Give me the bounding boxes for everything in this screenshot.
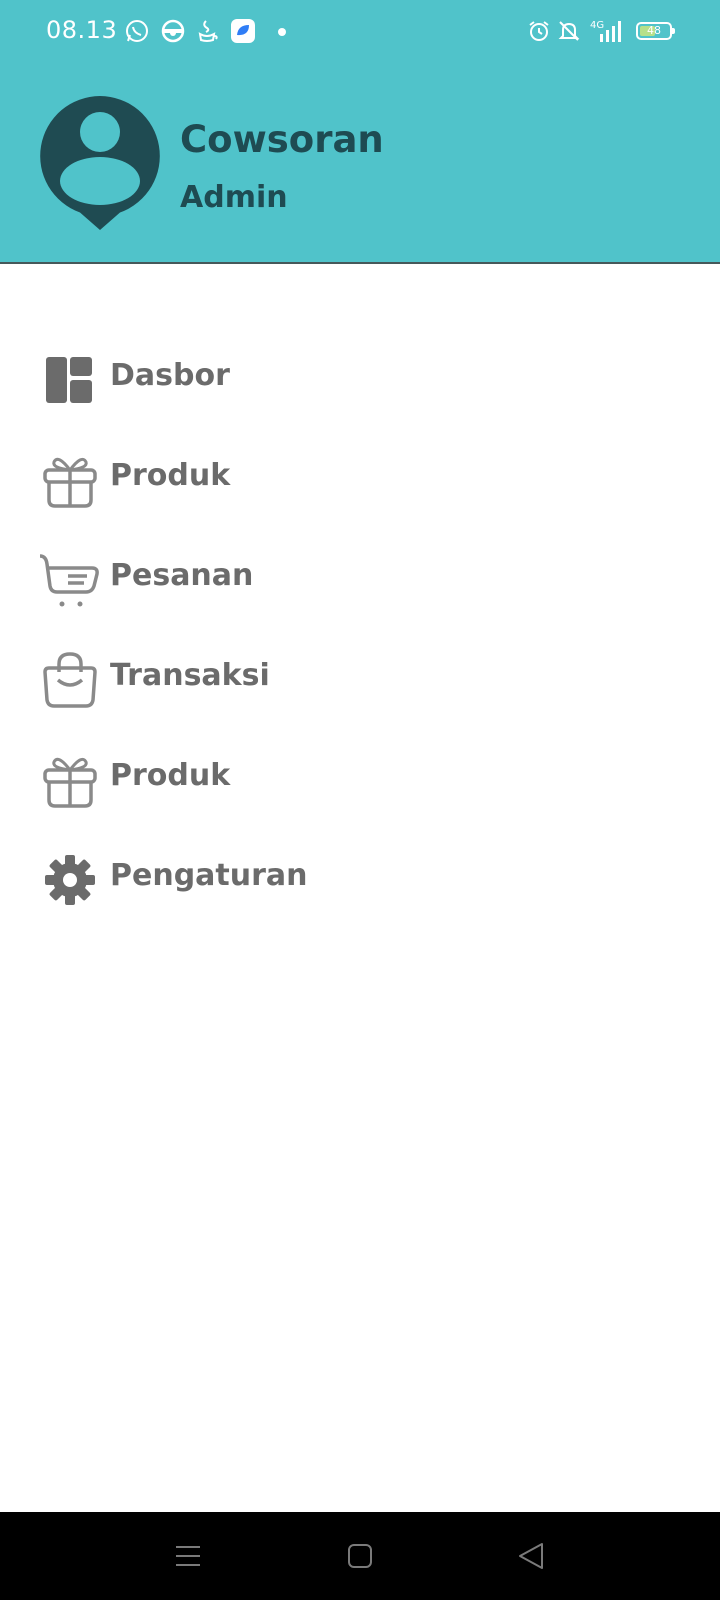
gift-icon [40, 750, 100, 810]
drawer-header: 08.13 4G 48 Cowsoran Admin [0, 0, 720, 264]
battery-level: 48 [647, 24, 661, 37]
menu-item-label: Produk [110, 758, 231, 793]
gift-icon [40, 450, 100, 510]
bag-icon [40, 650, 100, 710]
whatsapp-icon [124, 18, 150, 44]
menu-item-label: Produk [110, 458, 231, 493]
menu-item-produk[interactable]: Produk [0, 430, 720, 530]
user-avatar-icon [40, 96, 160, 230]
status-bar: 08.13 4G 48 [0, 0, 720, 64]
menu-button[interactable] [170, 1538, 206, 1574]
alarm-icon [526, 18, 552, 44]
menu-item-label: Dasbor [110, 358, 230, 393]
steering-wheel-icon [160, 18, 186, 44]
menu-item-pesanan[interactable]: Pesanan [0, 530, 720, 630]
java-icon [194, 18, 220, 44]
dashboard-icon [40, 350, 100, 410]
menu-icon [176, 1546, 200, 1566]
signal-icon: 4G [586, 18, 626, 44]
avatar[interactable] [40, 96, 160, 232]
system-nav-bar [0, 1512, 720, 1600]
menu-item-pengaturan[interactable]: Pengaturan [0, 830, 720, 930]
battery-icon: 48 [636, 22, 675, 40]
mute-icon [556, 18, 582, 44]
menu-item-produk-2[interactable]: Produk [0, 730, 720, 830]
app-icon [230, 18, 256, 44]
home-button[interactable] [342, 1538, 378, 1574]
home-icon [348, 1544, 372, 1568]
notification-dot [278, 28, 286, 36]
profile-name: Cowsoran [180, 118, 384, 161]
battery-tip [672, 28, 675, 34]
gear-icon [40, 850, 100, 910]
profile-role: Admin [180, 180, 288, 215]
back-button[interactable] [514, 1538, 550, 1574]
network-type-label: 4G [590, 20, 604, 31]
menu-item-label: Pengaturan [110, 858, 308, 893]
menu-item-dasbor[interactable]: Dasbor [0, 330, 720, 430]
cart-icon [40, 550, 100, 610]
menu-item-label: Pesanan [110, 558, 254, 593]
drawer-menu: Dasbor Produk Pesanan Transaksi Produk P… [0, 330, 720, 930]
status-time: 08.13 [46, 16, 118, 44]
menu-item-transaksi[interactable]: Transaksi [0, 630, 720, 730]
menu-item-label: Transaksi [110, 658, 270, 693]
back-icon [519, 1543, 543, 1569]
